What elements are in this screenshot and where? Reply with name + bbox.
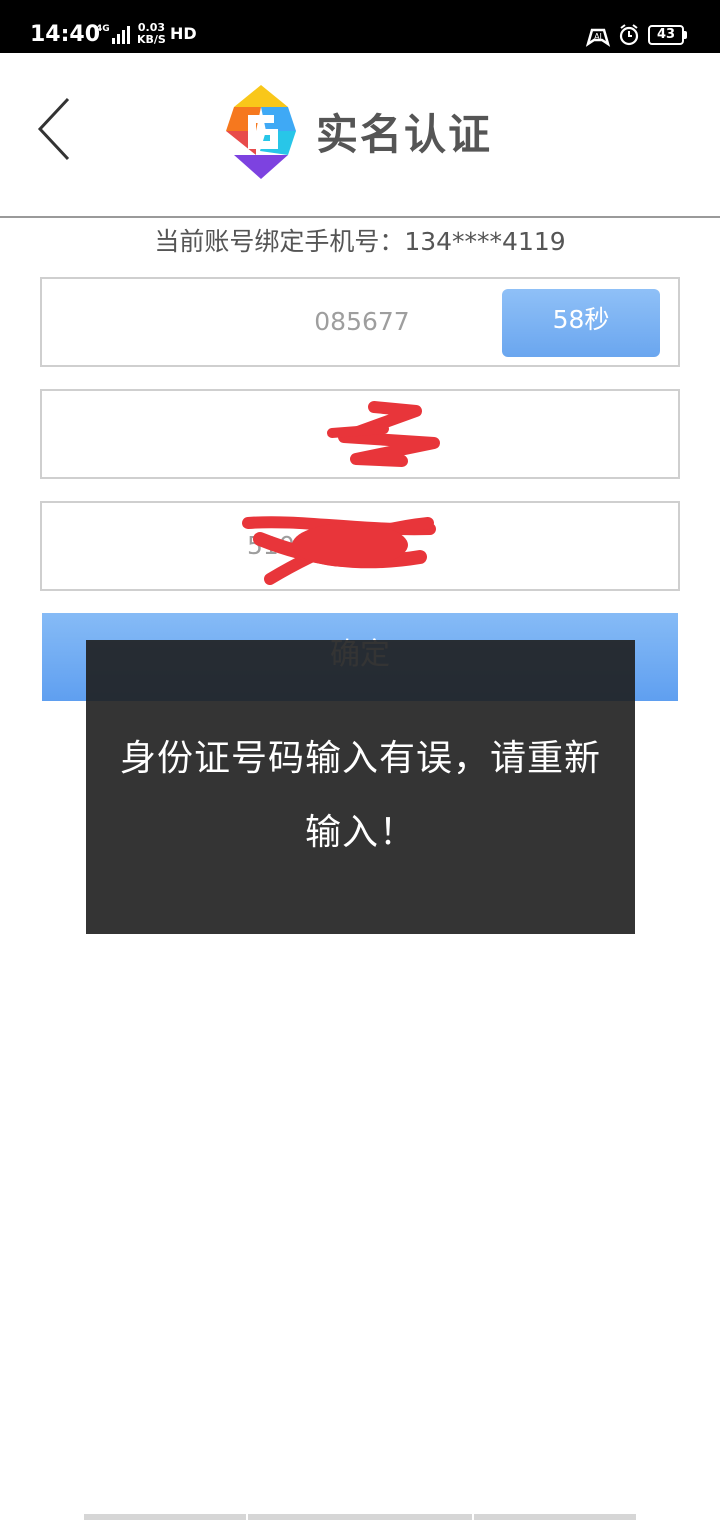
speed-unit: KB/S bbox=[137, 33, 166, 46]
svg-text:AI: AI bbox=[594, 32, 602, 41]
network-type: 4G bbox=[96, 24, 110, 34]
header-divider bbox=[0, 216, 720, 218]
resend-code-countdown-button[interactable]: 58秒 bbox=[502, 289, 660, 357]
battery-indicator: 43 bbox=[648, 25, 684, 45]
nav-bar-segment bbox=[474, 1514, 636, 1520]
status-bar: 14:40 4G 0.03 KB/S HD AI 43 bbox=[0, 0, 720, 53]
toast-message: 身份证号码输入有误，请重新输入！ bbox=[119, 738, 601, 853]
page-title: 实名认证 bbox=[316, 110, 493, 159]
battery-tip bbox=[684, 31, 687, 39]
id-number-input[interactable]: 5103 5433x bbox=[40, 501, 680, 591]
chevron-left-icon[interactable] bbox=[28, 93, 78, 163]
nav-bar-segment bbox=[248, 1514, 472, 1520]
game-mode-icon: AI bbox=[585, 28, 611, 47]
app-logo bbox=[226, 85, 296, 179]
hd-badge: HD bbox=[170, 24, 197, 43]
real-name-input[interactable] bbox=[40, 389, 680, 479]
bound-phone-text: 当前账号绑定手机号：134****4119 bbox=[154, 227, 566, 256]
redaction-scribble bbox=[327, 401, 440, 467]
status-time: 14:40 bbox=[30, 22, 101, 47]
redaction-scribble bbox=[242, 516, 436, 585]
signal-icon bbox=[112, 26, 130, 44]
header: 实名认证 bbox=[0, 53, 720, 217]
alarm-icon bbox=[619, 24, 639, 46]
network-speed: 0.03 KB/S bbox=[137, 22, 166, 46]
verification-code-input[interactable]: 085677 58秒 bbox=[40, 277, 680, 367]
nav-bar-segment bbox=[84, 1514, 246, 1520]
error-toast: 身份证号码输入有误，请重新输入！ bbox=[86, 640, 635, 934]
screen: 14:40 4G 0.03 KB/S HD AI 43 实名认证 当前账号绑定手… bbox=[0, 0, 720, 1520]
